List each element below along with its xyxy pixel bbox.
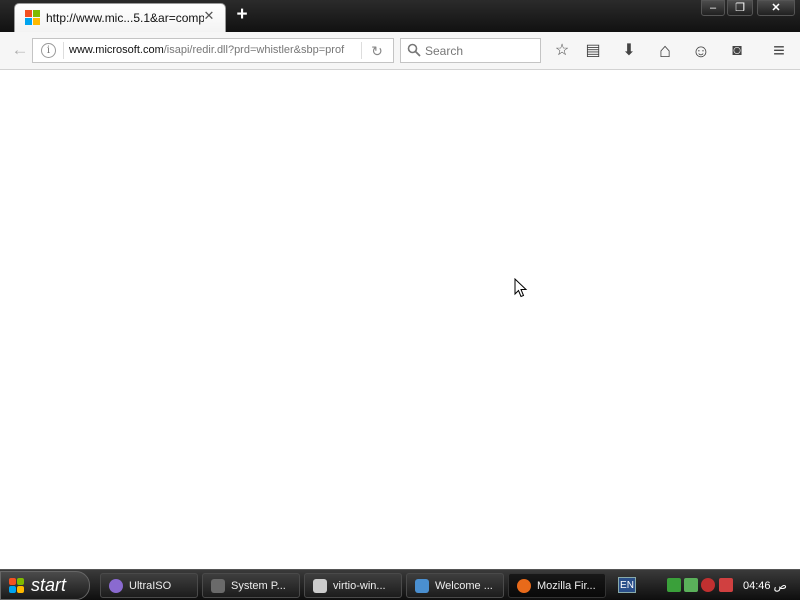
reading-list-icon[interactable]: ▤ xyxy=(582,40,604,62)
taskbar-item-welcome[interactable]: Welcome ... xyxy=(406,573,504,598)
search-input[interactable] xyxy=(425,42,537,59)
mouse-cursor-icon xyxy=(514,278,528,298)
taskbar-item-system-properties[interactable]: System P... xyxy=(202,573,300,598)
task-label: UltraISO xyxy=(129,580,172,592)
windows-logo-icon xyxy=(9,578,25,594)
antivirus-icon[interactable] xyxy=(701,578,715,592)
page-content[interactable] xyxy=(0,71,800,569)
browser-tab[interactable]: http://www.mic...5.1&ar=compat ✕ xyxy=(14,3,226,32)
ultraiso-icon xyxy=(109,579,123,593)
firefox-icon xyxy=(517,579,531,593)
system-tray: EN 04:46 ص xyxy=(610,571,800,600)
start-label: start xyxy=(31,575,67,595)
minimize-button[interactable]: – xyxy=(701,0,725,16)
welcome-icon xyxy=(415,579,429,593)
tab-close-icon[interactable]: ✕ xyxy=(202,9,216,23)
menu-icon[interactable]: ≡ xyxy=(768,40,790,62)
security-shield-icon[interactable] xyxy=(719,578,733,592)
maximize-button[interactable]: ❐ xyxy=(727,0,753,16)
clock: 04:46 ص xyxy=(743,580,787,592)
language-indicator[interactable]: EN xyxy=(618,577,636,593)
hello-icon[interactable]: ☺ xyxy=(690,40,712,62)
new-tab-button[interactable]: + xyxy=(233,5,251,24)
address-bar[interactable]: i www.microsoft.com/isapi/redir.dll?prd=… xyxy=(32,38,394,63)
taskbar: start UltraISO System P... virtio-win...… xyxy=(0,569,800,600)
drive-icon xyxy=(313,579,327,593)
site-info-icon[interactable]: i xyxy=(41,43,56,58)
system-properties-icon xyxy=(211,579,225,593)
taskbar-item-virtio-win[interactable]: virtio-win... xyxy=(304,573,402,598)
bookmark-star-icon[interactable]: ☆ xyxy=(551,40,573,62)
reload-icon[interactable]: ↻ xyxy=(368,42,386,60)
microsoft-logo-icon xyxy=(25,10,41,26)
downloads-icon[interactable]: ⬇ xyxy=(618,40,640,62)
network-activity-icon[interactable] xyxy=(684,578,698,592)
url-host: www.microsoft.com xyxy=(69,44,164,56)
search-icon xyxy=(407,43,421,57)
taskbar-item-firefox[interactable]: Mozilla Fir... xyxy=(508,573,606,598)
task-label: System P... xyxy=(231,580,286,592)
task-label: virtio-win... xyxy=(333,580,386,592)
divider xyxy=(361,42,362,59)
task-label: Welcome ... xyxy=(435,580,493,592)
divider xyxy=(63,42,64,59)
navigation-toolbar: ← i www.microsoft.com/isapi/redir.dll?pr… xyxy=(0,32,800,70)
tab-title: http://www.mic...5.1&ar=compat xyxy=(46,11,204,25)
network-icon[interactable] xyxy=(667,578,681,592)
close-window-button[interactable]: ✕ xyxy=(757,0,795,16)
taskbar-item-ultraiso[interactable]: UltraISO xyxy=(100,573,198,598)
task-label: Mozilla Fir... xyxy=(537,580,596,592)
tab-strip: http://www.mic...5.1&ar=compat ✕ + – ❐ ✕ xyxy=(0,0,800,32)
pocket-icon[interactable]: ◙ xyxy=(726,40,748,62)
url-text[interactable]: www.microsoft.com/isapi/redir.dll?prd=wh… xyxy=(69,44,361,56)
search-box[interactable] xyxy=(400,38,541,63)
start-button[interactable]: start xyxy=(0,571,90,600)
url-path: /isapi/redir.dll?prd=whistler&sbp=prof xyxy=(163,44,345,56)
back-arrow-icon[interactable]: ← xyxy=(8,40,32,60)
home-icon[interactable]: ⌂ xyxy=(654,40,676,62)
